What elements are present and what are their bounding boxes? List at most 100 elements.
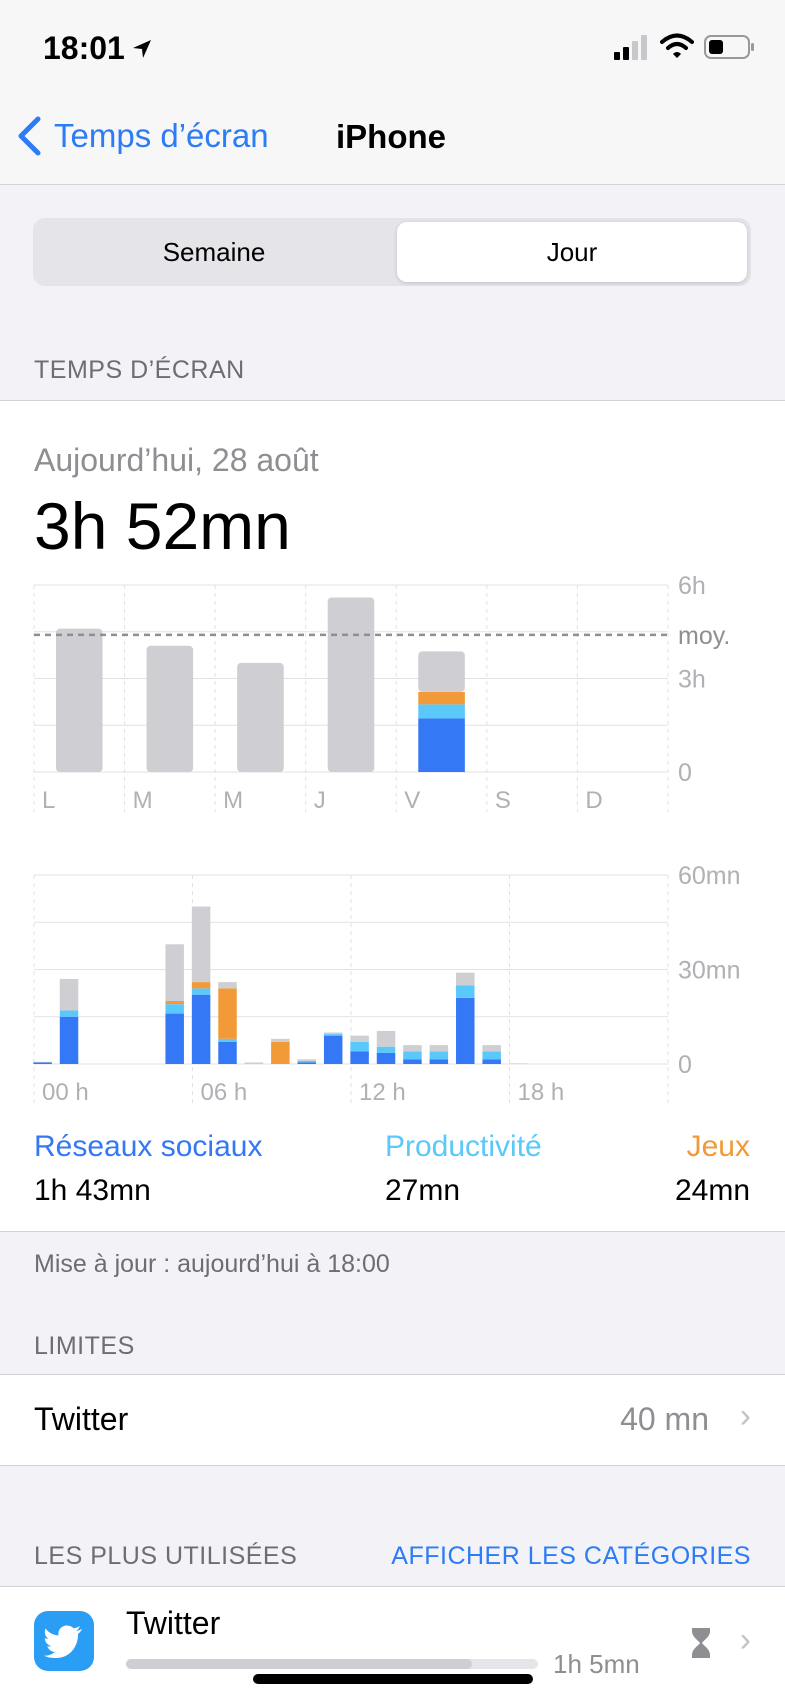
x-tick-label: 00 h	[42, 1079, 89, 1106]
hour-bar-segment	[323, 1034, 343, 1036]
x-tick-label: S	[495, 787, 511, 814]
hour-bar-segment	[297, 1060, 317, 1063]
date-label: Aujourd’hui, 28 août	[34, 442, 319, 478]
y-tick-label: 6h	[678, 572, 706, 600]
location-arrow-icon	[132, 39, 151, 58]
hour-bar-segment	[403, 1045, 422, 1052]
hour-bar-segment	[59, 1010, 79, 1017]
category-games[interactable]: Jeux 24mn	[675, 1130, 750, 1208]
category-value: 27mn	[385, 1174, 461, 1207]
hour-bar-segment	[456, 972, 475, 986]
x-tick-label: V	[404, 787, 420, 814]
hour-bar-segment	[482, 1051, 501, 1060]
updated-label: Mise à jour : aujourd’hui à 18:00	[34, 1250, 390, 1278]
hourly-chart: 00 h 06 h 12 h 18 h 60mn 30mn 0	[33, 862, 741, 1106]
hour-bar-segment	[456, 985, 475, 998]
hour-bar-segment	[165, 1004, 184, 1014]
week-bar-segment	[418, 718, 465, 772]
x-tick-label: 18 h	[518, 1079, 565, 1106]
status-time-group: 18:01	[43, 30, 153, 67]
back-label: Temps d’écran	[54, 117, 269, 154]
hour-bar-segment	[429, 1045, 449, 1052]
category-name: Productivité	[385, 1130, 542, 1163]
y-tick-label: 3h	[678, 666, 706, 694]
week-bar-segment	[418, 691, 465, 705]
usage-value: 1h 5mn	[553, 1649, 640, 1679]
hour-bar-segment	[403, 1051, 422, 1060]
category-name: Réseaux sociaux	[34, 1130, 263, 1163]
hour-bar-segment	[350, 1035, 369, 1042]
hour-bar-segment	[33, 1062, 52, 1064]
back-button[interactable]: Temps d’écran	[16, 116, 269, 156]
hour-bar-segment	[350, 1041, 369, 1052]
most-used-row-twitter[interactable]: Twitter 1h 5mn ›	[0, 1586, 785, 1707]
app-name: Twitter	[126, 1605, 221, 1641]
hour-bar-segment	[271, 1041, 290, 1064]
wifi-icon	[660, 32, 694, 65]
category-productivity[interactable]: Productivité 27mn	[385, 1130, 542, 1208]
hour-bar-segment	[403, 1059, 422, 1064]
twitter-bird-icon	[44, 1625, 82, 1658]
hour-bar-segment	[508, 1063, 528, 1064]
category-value: 24mn	[674, 1174, 750, 1207]
hour-bar-segment	[429, 1051, 449, 1060]
total-time: 3h 52mn	[34, 489, 291, 563]
limit-app-name: Twitter	[34, 1401, 129, 1437]
twitter-app-icon	[34, 1611, 94, 1671]
week-bar-segment	[237, 662, 284, 772]
hourglass-icon	[690, 1627, 712, 1664]
limits-section-header: LIMITES	[34, 1332, 135, 1360]
week-bar-segment	[327, 597, 375, 772]
hour-bar-segment	[323, 1032, 343, 1035]
category-name: Jeux	[686, 1130, 750, 1163]
hour-bar-segment	[218, 1041, 237, 1064]
usage-bar-track	[126, 1659, 538, 1669]
hour-bar-segment	[376, 1030, 396, 1047]
x-tick-label: 12 h	[359, 1079, 406, 1106]
segment-day[interactable]: Jour	[397, 222, 747, 282]
y-tick-label: 0	[678, 1051, 692, 1079]
category-social[interactable]: Réseaux sociaux 1h 43mn	[34, 1130, 262, 1208]
hour-bar-segment	[218, 988, 237, 1039]
x-tick-label: 06 h	[201, 1079, 248, 1106]
hour-bar-segment	[191, 906, 211, 983]
weekly-chart: L M M J V S D 6h 3h 0 moy.	[33, 572, 730, 814]
hour-bar-segment	[165, 944, 184, 1001]
category-value: 1h 43mn	[34, 1174, 151, 1207]
hour-bar-segment	[244, 1062, 264, 1064]
hour-bar-segment	[376, 1052, 396, 1064]
page-title: iPhone	[336, 118, 447, 155]
x-tick-label: M	[223, 787, 243, 814]
hour-bar-segment	[429, 1059, 449, 1064]
hour-bar-segment	[297, 1062, 317, 1064]
hour-bar-segment	[218, 982, 237, 989]
hour-bar-segment	[323, 1035, 343, 1064]
show-categories-link[interactable]: AFFICHER LES CATÉGORIES	[391, 1542, 751, 1571]
week-bar-segment	[56, 628, 103, 772]
week-bar-segment	[418, 651, 465, 692]
y-tick-label: 0	[678, 759, 692, 787]
hour-bar-segment	[271, 1038, 290, 1042]
hour-bar-segment	[59, 978, 79, 1011]
limit-value: 40 mn	[620, 1401, 709, 1437]
cellular-signal-icon	[614, 34, 650, 65]
hour-bar-segment	[59, 1016, 79, 1064]
most-used-section-header: LES PLUS UTILISÉES	[34, 1542, 298, 1570]
battery-icon	[704, 34, 756, 65]
hour-bar-segment	[33, 1061, 52, 1063]
hour-bar-segment	[482, 1045, 501, 1052]
limit-row-twitter[interactable]: Twitter 40 mn ›	[0, 1374, 785, 1466]
x-tick-label: L	[42, 787, 55, 814]
hour-bar-segment	[218, 1038, 237, 1042]
hour-bar-segment	[191, 988, 211, 995]
hour-bar-segment	[191, 994, 211, 1064]
week-bar-segment	[418, 704, 465, 719]
hour-bar-segment	[297, 1059, 317, 1061]
hour-bar-segment	[165, 1013, 184, 1064]
segment-week[interactable]: Semaine	[37, 222, 391, 282]
chevron-right-icon: ›	[739, 1397, 751, 1435]
hour-bar-segment	[482, 1059, 501, 1064]
hour-bar-segment	[191, 982, 211, 989]
week-bar-segment	[146, 645, 194, 772]
period-segmented-control: Semaine Jour	[33, 218, 751, 286]
